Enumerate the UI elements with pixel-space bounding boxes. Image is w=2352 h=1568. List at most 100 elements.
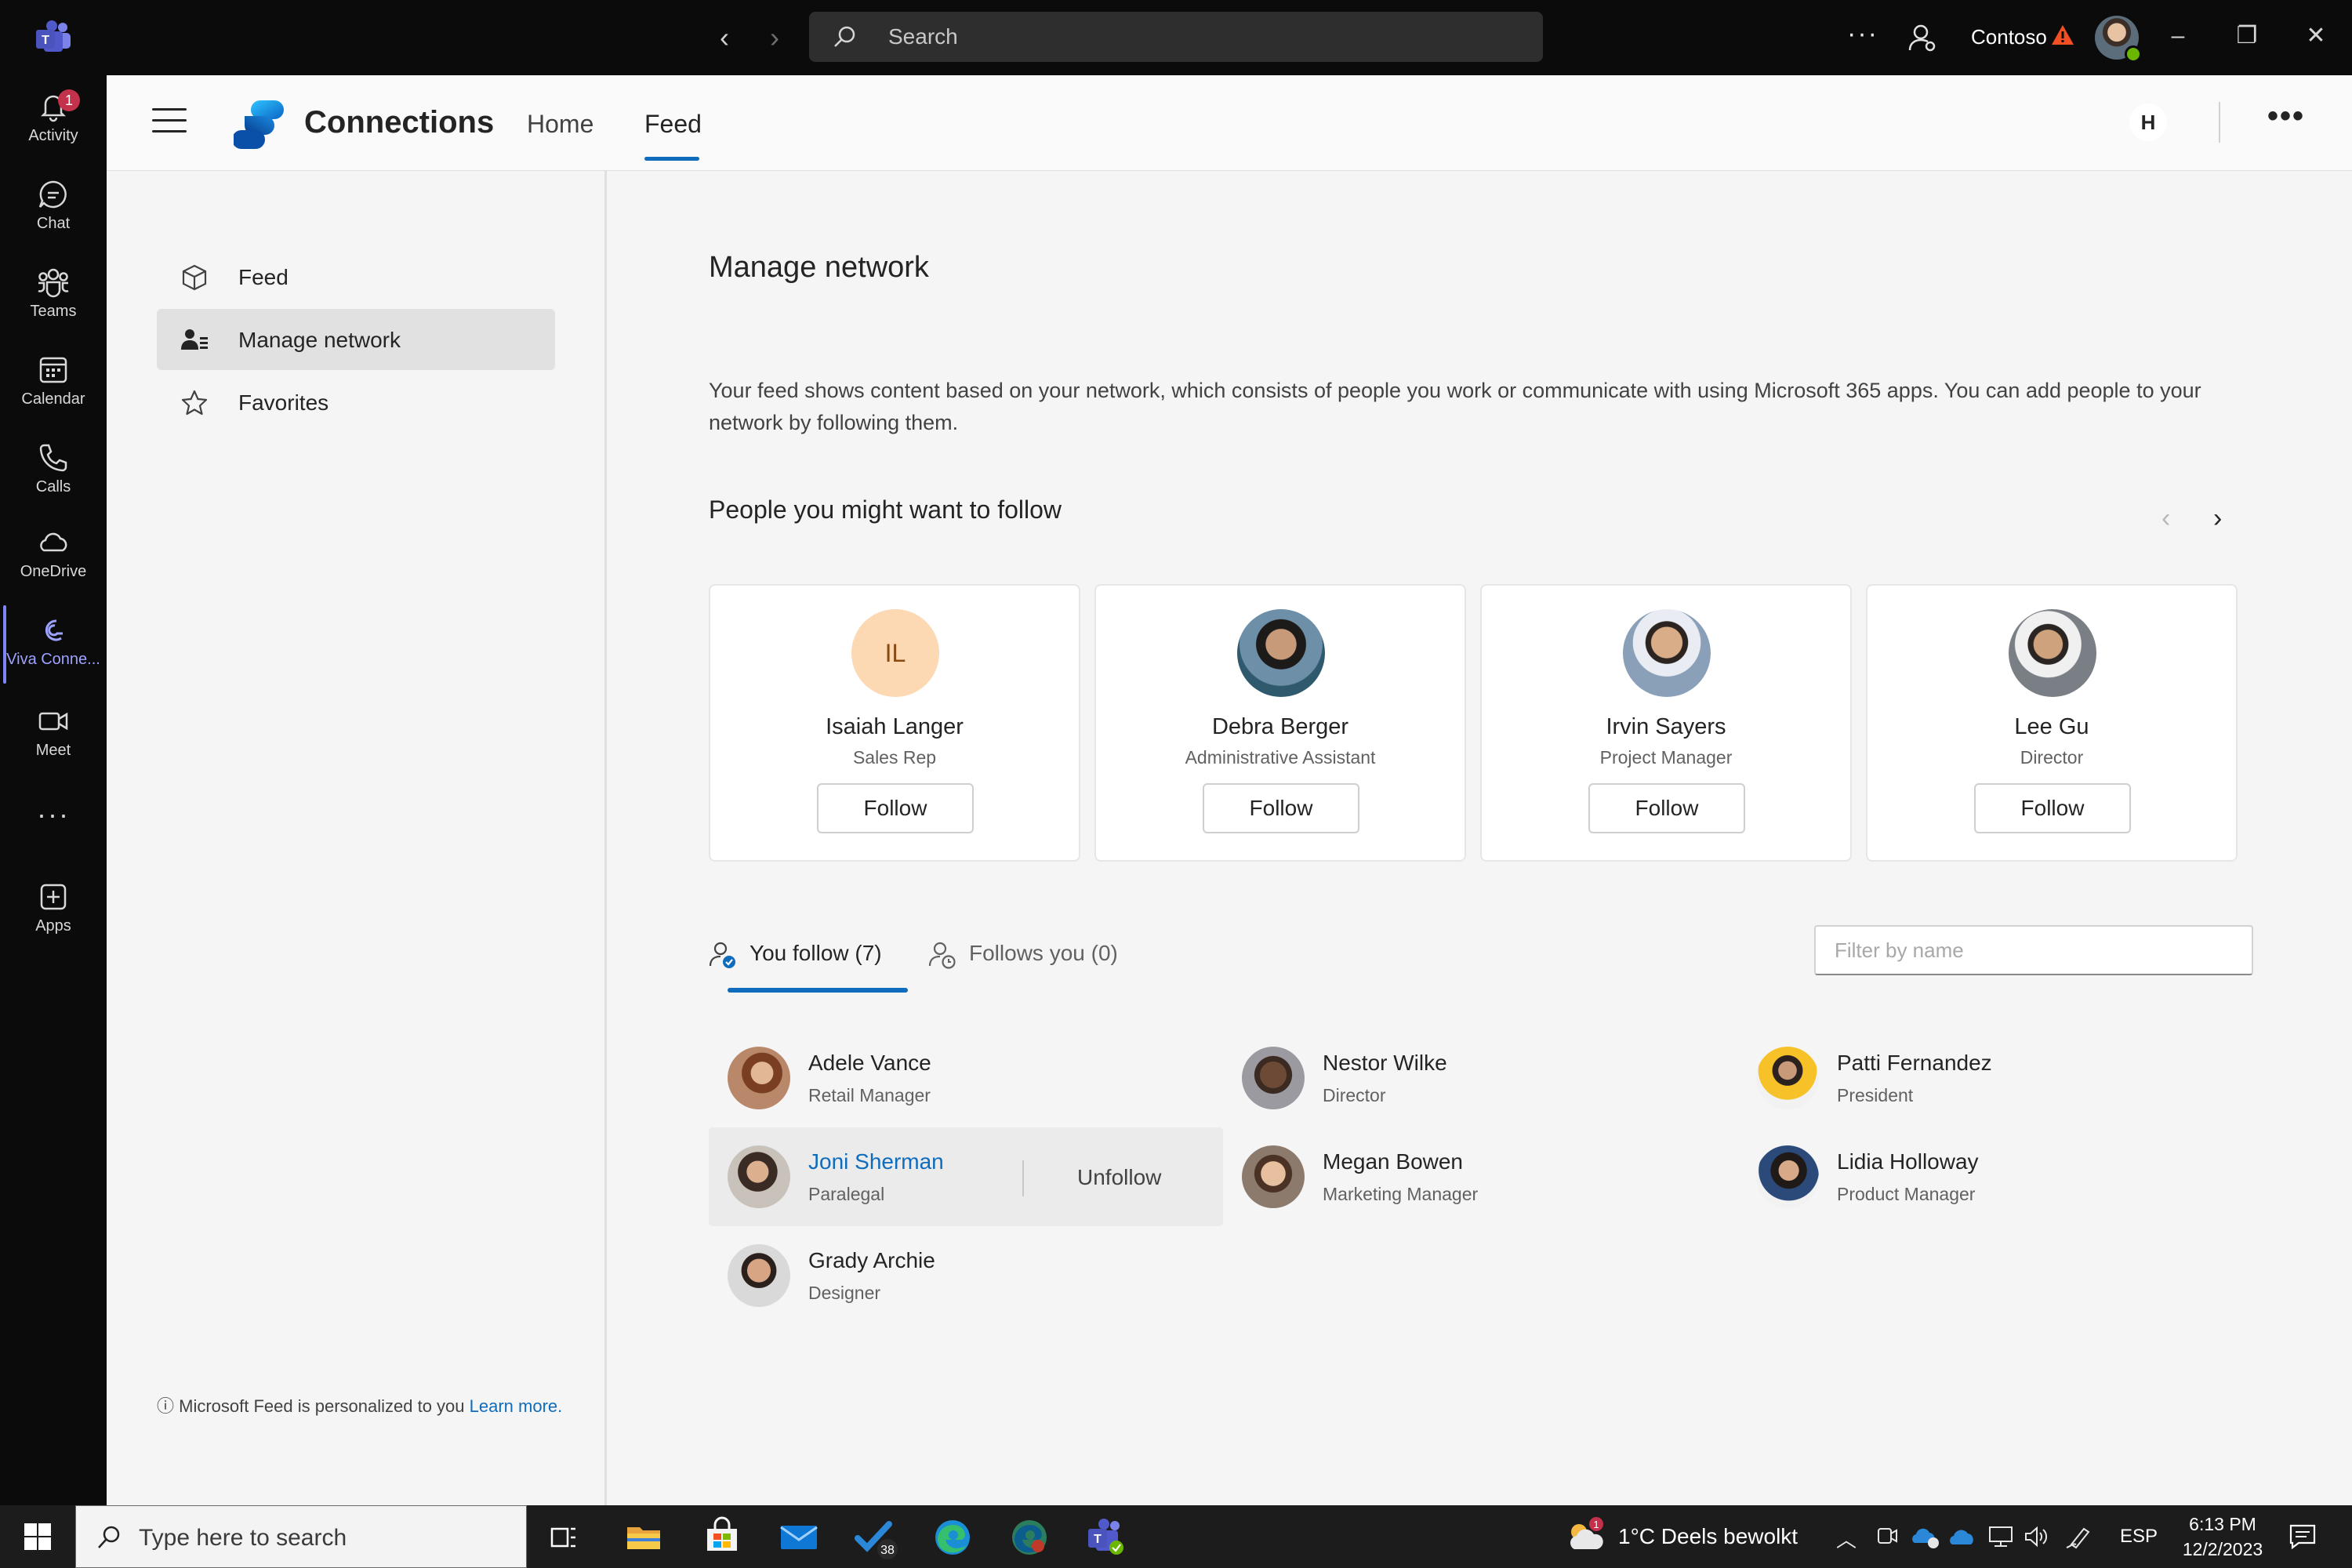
rail-item-activity[interactable]: 1 Activity [0,82,107,160]
chevron-left-icon[interactable]: ‹ [2161,503,2170,534]
person-role: Designer [808,1283,881,1303]
rail-item-calls[interactable]: Calls [0,433,107,511]
person-name[interactable]: Lee Gu [1867,714,2236,740]
volume-icon[interactable] [2023,1524,2049,1549]
teams-logo-icon[interactable]: T [34,20,72,55]
edge-dev-icon[interactable] [1007,1515,1052,1560]
person-role: Director [2020,747,2084,768]
rail-item-chat[interactable]: Chat [0,169,107,248]
suggestion-card: Debra Berger Administrative Assistant Fo… [1094,584,1466,862]
weather-cloudy-icon[interactable]: 1 [1565,1516,1606,1555]
file-explorer-icon[interactable] [621,1515,666,1560]
more-options-icon[interactable]: ••• [2267,99,2305,134]
nav-item-feed[interactable]: Feed [157,246,555,307]
followed-person[interactable]: Adele Vance Retail Manager [709,1029,1223,1127]
time: 6:13 PM [2189,1514,2256,1534]
unfollow-button[interactable]: Unfollow [1077,1165,1161,1190]
followed-person[interactable]: Patti Fernandez President [1737,1029,2252,1127]
suggestion-card: Irvin Sayers Project Manager Follow [1480,584,1852,862]
teams-taskbar-icon[interactable]: T [1083,1515,1129,1560]
clock[interactable]: 6:13 PM 12/2/2023 [2172,1512,2274,1562]
followed-person[interactable]: Grady Archie Designer [709,1226,1223,1325]
task-view-icon[interactable] [541,1515,586,1560]
more-apps-button[interactable]: ··· [0,800,107,842]
app-rail: 1 Activity Chat Teams Calendar Calls One… [0,75,107,1505]
chevron-right-icon[interactable]: › [2213,503,2222,534]
edge-icon[interactable] [930,1515,975,1560]
hamburger-menu-icon[interactable] [152,108,187,135]
avatar [1242,1145,1305,1208]
person-name[interactable]: Debra Berger [1096,714,1465,740]
org-name[interactable]: Contoso [1971,25,2047,49]
taskbar-search[interactable]: Type here to search [75,1505,527,1568]
followed-person[interactable]: Nestor Wilke Director [1223,1029,1737,1127]
person-name: Nestor Wilke [1323,1051,1447,1075]
mail-icon[interactable] [776,1515,822,1560]
minimize-icon[interactable]: – [2161,19,2195,53]
avatar [1756,1145,1819,1208]
network-icon[interactable] [1987,1524,2015,1549]
notifications-icon[interactable] [2288,1523,2318,1551]
personalization-notice: ⓘ Microsoft Feed is personalized to you … [157,1391,580,1422]
taskbar-search-placeholder: Type here to search [139,1525,347,1551]
person-name-link[interactable]: Joni Sherman [808,1149,944,1174]
filter-by-name-input[interactable] [1814,925,2253,975]
windows-start-icon[interactable] [24,1523,52,1551]
followed-person[interactable]: Lidia Holloway Product Manager [1737,1127,2252,1226]
nav-label: Manage network [238,328,401,352]
suggestion-card: IL Isaiah Langer Sales Rep Follow [709,584,1080,862]
person-name[interactable]: Irvin Sayers [1482,714,1850,740]
nav-item-favorites[interactable]: Favorites [157,372,555,433]
onedrive-sync-icon[interactable] [1910,1524,1941,1549]
suggestion-card: Lee Gu Director Follow [1866,584,2238,862]
followed-person[interactable]: Megan Bowen Marketing Manager [1223,1127,1737,1226]
nav-item-manage-network[interactable]: Manage network [157,309,555,370]
weather-text[interactable]: 1°C Deels bewolkt [1618,1524,1798,1549]
restore-icon[interactable]: ❐ [2230,19,2264,53]
phone-icon [39,444,67,472]
forward-arrow-icon[interactable]: › [757,20,792,55]
person-settings-icon[interactable] [1907,22,1938,53]
back-arrow-icon[interactable]: ‹ [707,20,742,55]
follow-button[interactable]: Follow [1588,783,1745,833]
chevron-up-icon[interactable]: ︿ [1836,1524,1857,1553]
meet-now-icon[interactable] [1875,1523,1899,1549]
person-role: Product Manager [1837,1184,1976,1204]
rail-item-teams[interactable]: Teams [0,257,107,336]
header-divider [2219,102,2220,143]
action-divider [1022,1160,1024,1196]
person-name: Grady Archie [808,1248,935,1272]
follow-button[interactable]: Follow [817,783,974,833]
more-options-icon[interactable]: ··· [1847,19,1878,49]
video-icon [38,712,68,731]
suggestions-title: People you might want to follow [709,495,1062,524]
user-avatar[interactable] [2095,16,2142,63]
microsoft-store-icon[interactable] [699,1515,745,1560]
global-search[interactable]: Search [809,12,1543,62]
rail-item-apps[interactable]: Apps [0,872,107,950]
follow-button[interactable]: Follow [1974,783,2131,833]
pen-icon[interactable] [2065,1524,2093,1549]
person-role: President [1837,1085,1914,1105]
close-icon[interactable]: ✕ [2299,19,2333,53]
rail-item-viva-connections[interactable]: Viva Conne... [0,605,107,684]
learn-more-link[interactable]: Learn more. [470,1396,563,1416]
person-name[interactable]: Isaiah Langer [710,714,1079,740]
warning-icon[interactable] [2051,24,2074,47]
rail-item-onedrive[interactable]: OneDrive [0,517,107,596]
tab-label: You follow (7) [750,941,882,965]
svg-text:T: T [42,34,49,47]
nav-label: Favorites [238,390,329,415]
onedrive-icon[interactable] [1947,1526,1979,1548]
person-role: Sales Rep [852,747,937,768]
h-app-badge[interactable]: H [2129,103,2167,141]
rail-item-meet[interactable]: Meet [0,696,107,775]
tab-home[interactable]: Home [527,110,593,139]
tab-feed[interactable]: Feed [644,110,702,139]
person-clock-icon [928,942,956,969]
followed-person-hovered[interactable]: Joni Sherman Paralegal Unfollow [709,1127,1223,1226]
input-language[interactable]: ESP [2120,1526,2158,1548]
todo-icon[interactable]: 38 [853,1515,898,1560]
follow-button[interactable]: Follow [1203,783,1359,833]
rail-item-calendar[interactable]: Calendar [0,345,107,423]
